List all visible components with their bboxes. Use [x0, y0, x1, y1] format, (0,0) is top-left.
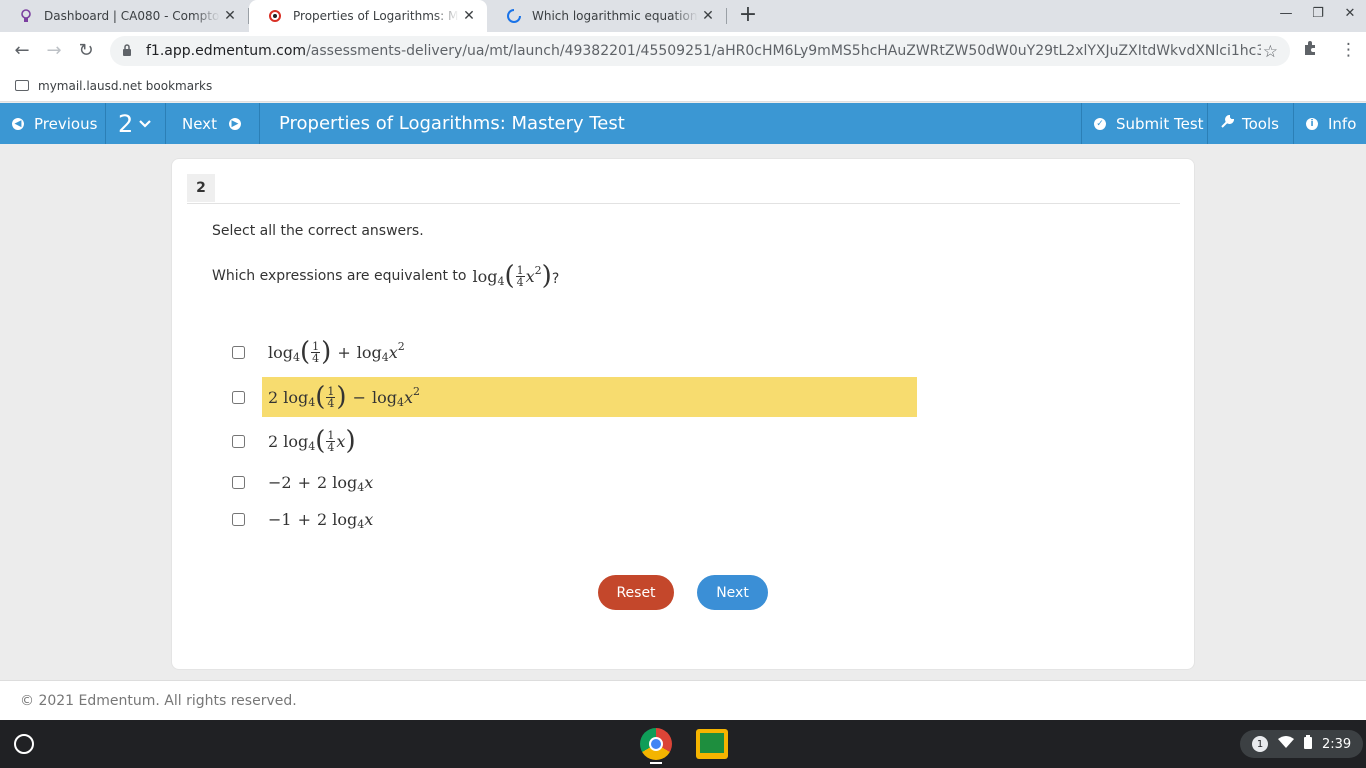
- url-domain: f1.app.edmentum.com: [146, 43, 307, 59]
- back-button[interactable]: ←: [10, 40, 34, 64]
- option-c-expression[interactable]: 2 log 4(1 4 x): [262, 421, 356, 461]
- minimize-button[interactable]: —: [1276, 6, 1296, 21]
- active-app-indicator: [650, 762, 662, 764]
- tab-which-logarithmic-equation[interactable]: Which logarithmic equation is e ✕: [488, 0, 726, 32]
- url-path: /assessments-delivery/ua/mt/launch/49382…: [306, 43, 1262, 59]
- reload-button[interactable]: ↻: [74, 40, 98, 64]
- option-d-checkbox[interactable]: [232, 475, 245, 489]
- question-number-badge: 2: [187, 174, 215, 202]
- battery-icon: [1304, 735, 1312, 753]
- question-card: 2 Select all the correct answers. Which …: [171, 158, 1195, 670]
- option-e-expression[interactable]: −1 +2 log 4 x: [262, 499, 373, 539]
- bookmark-star-icon[interactable]: ☆: [1263, 42, 1278, 62]
- answer-option-e[interactable]: −1 +2 log 4 x: [232, 499, 373, 539]
- arrow-left-icon: ◀: [12, 117, 24, 130]
- close-tab-icon[interactable]: ✕: [698, 8, 718, 24]
- option-b-checkbox[interactable]: [232, 390, 245, 404]
- option-e-checkbox[interactable]: [232, 512, 245, 526]
- info-button[interactable]: i Info: [1293, 103, 1366, 144]
- tab-dashboard[interactable]: Dashboard | CA080 - Compton F ✕: [0, 0, 248, 32]
- tab-title: Properties of Logarithms: Maste: [293, 9, 459, 23]
- question-number: 2: [118, 109, 134, 138]
- close-tab-icon[interactable]: ✕: [459, 8, 479, 24]
- test-title: Properties of Logarithms: Mastery Test: [279, 113, 625, 134]
- forward-button[interactable]: →: [42, 40, 66, 64]
- answer-option-c[interactable]: 2 log 4(1 4 x): [232, 421, 356, 461]
- prompt-text: Which expressions are equivalent to: [212, 268, 467, 284]
- option-b-expression[interactable]: 2 log 4(1 4) − log 4 x 2: [262, 377, 917, 417]
- tab-strip: Dashboard | CA080 - Compton F ✕ Properti…: [0, 0, 1366, 32]
- new-tab-button[interactable]: +: [736, 4, 760, 28]
- folder-icon: [15, 80, 29, 91]
- chrome-app-icon[interactable]: [640, 728, 672, 760]
- lock-icon: [122, 43, 138, 59]
- test-header: ◀ Previous 2 Next ▶ Properties of Logari…: [0, 103, 1366, 144]
- next-label: Next: [182, 114, 217, 133]
- tools-button[interactable]: Tools: [1207, 103, 1293, 144]
- next-header-button[interactable]: Next ▶: [166, 103, 260, 144]
- bookmark-folder-mymail[interactable]: mymail.lausd.net bookmarks: [38, 79, 212, 93]
- launcher-icon[interactable]: [14, 734, 34, 754]
- divider: [187, 203, 1180, 204]
- page-footer: © 2021 Edmentum. All rights reserved.: [0, 680, 1366, 720]
- browser-toolbar: ← → ↻ f1.app.edmentum.com /assessments-d…: [0, 32, 1366, 70]
- reset-button[interactable]: Reset: [598, 575, 674, 610]
- extensions-puzzle-icon[interactable]: [1302, 40, 1318, 61]
- answer-option-d[interactable]: −2 +2 log 4 x: [232, 462, 373, 502]
- arrow-right-icon: ▶: [228, 117, 241, 130]
- loading-spinner-icon: [506, 8, 522, 24]
- chevron-down-icon: [139, 116, 152, 132]
- option-a-expression[interactable]: log 4(1 4) + log 4 x 2: [262, 332, 405, 372]
- previous-button[interactable]: ◀ Previous: [0, 103, 106, 144]
- bulb-icon: [18, 8, 34, 24]
- tab-title: Which logarithmic equation is e: [532, 9, 698, 23]
- wrench-icon: [1220, 114, 1235, 133]
- wifi-icon: [1278, 736, 1294, 752]
- question-selector[interactable]: 2: [106, 103, 166, 144]
- previous-label: Previous: [34, 114, 98, 133]
- tab-title: Dashboard | CA080 - Compton F: [44, 9, 220, 23]
- check-circle-icon: ✓: [1094, 117, 1106, 130]
- browser-menu-icon[interactable]: ⋮: [1340, 40, 1357, 60]
- next-button[interactable]: Next: [697, 575, 768, 610]
- edmentum-icon: [267, 8, 283, 24]
- google-classroom-app-icon[interactable]: [696, 729, 728, 759]
- answer-option-b[interactable]: 2 log 4(1 4) − log 4 x 2: [232, 377, 917, 417]
- clock-time: 2:39: [1322, 736, 1352, 752]
- submit-label: Submit Test: [1116, 114, 1204, 133]
- option-a-checkbox[interactable]: [232, 345, 245, 359]
- option-c-checkbox[interactable]: [232, 434, 245, 448]
- question-prompt: Which expressions are equivalent to log 4…: [212, 263, 559, 289]
- info-icon: i: [1306, 117, 1318, 130]
- prompt-end: ?: [551, 271, 560, 287]
- tab-properties-of-logarithms[interactable]: Properties of Logarithms: Maste ✕: [249, 0, 487, 32]
- info-label: Info: [1328, 114, 1357, 133]
- option-d-expression[interactable]: −2 +2 log 4 x: [262, 462, 373, 502]
- prompt-expression: log 4(1 4 x 2): [472, 261, 552, 291]
- notification-count-badge: 1: [1252, 736, 1268, 752]
- instructions: Select all the correct answers.: [212, 223, 424, 239]
- restore-button[interactable]: ❐: [1308, 6, 1328, 21]
- submit-test-button[interactable]: ✓ Submit Test: [1081, 103, 1207, 144]
- bookmarks-bar: mymail.lausd.net bookmarks: [0, 70, 1366, 102]
- address-bar[interactable]: f1.app.edmentum.com /assessments-deliver…: [110, 36, 1290, 66]
- close-window-button[interactable]: ✕: [1340, 6, 1360, 21]
- tools-label: Tools: [1242, 114, 1279, 133]
- os-shelf: [0, 720, 1366, 768]
- copyright-text: © 2021 Edmentum. All rights reserved.: [20, 692, 297, 709]
- close-tab-icon[interactable]: ✕: [220, 8, 240, 24]
- system-tray[interactable]: 1 2:39: [1240, 730, 1364, 758]
- answer-option-a[interactable]: log 4(1 4) + log 4 x 2: [232, 332, 405, 372]
